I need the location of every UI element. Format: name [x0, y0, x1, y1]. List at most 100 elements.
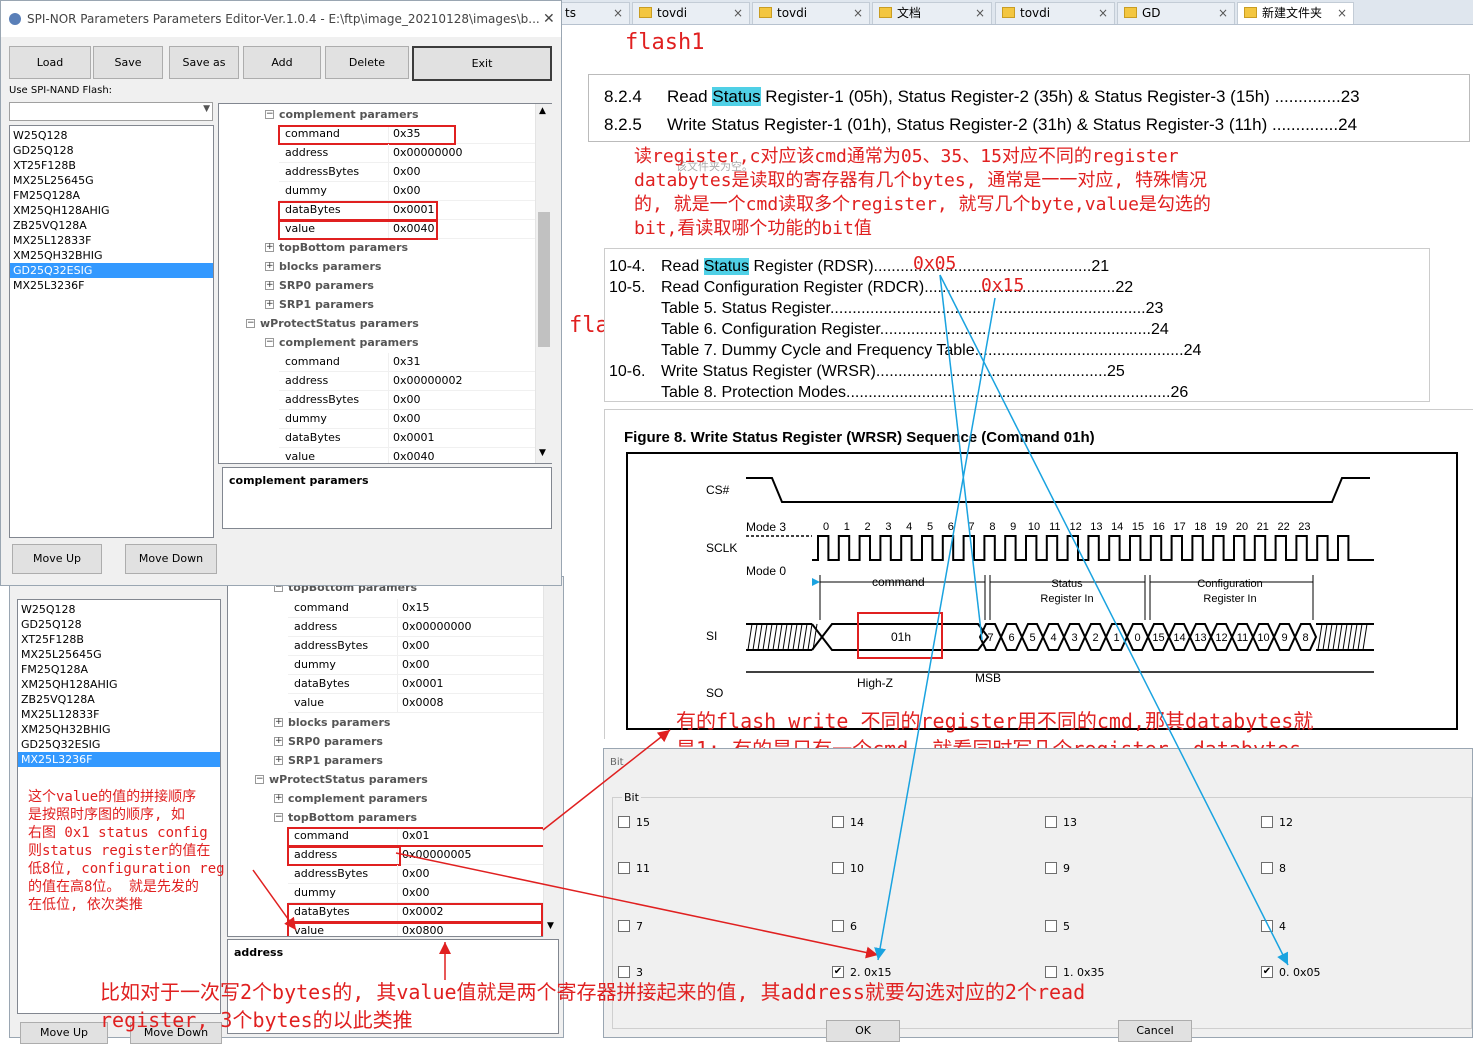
property-value[interactable]: 0x00: [398, 656, 548, 674]
bit-checkbox[interactable]: [618, 862, 630, 874]
property-value[interactable]: 0x0008: [398, 694, 548, 712]
expand-toggle-icon[interactable]: −: [274, 813, 283, 822]
bit-checkbox[interactable]: [832, 920, 844, 932]
property-row[interactable]: dummy 0x00: [288, 884, 544, 903]
tree-group-label[interactable]: blocks paramers: [288, 713, 390, 732]
expand-toggle-icon[interactable]: −: [265, 110, 274, 119]
list-item[interactable]: GD25Q32ESIG: [18, 737, 220, 752]
tree-group-label[interactable]: SRP1 paramers: [279, 295, 374, 314]
move-up-button-back[interactable]: Move Up: [20, 1022, 108, 1044]
property-row[interactable]: command 0x15: [288, 599, 544, 618]
chip-list[interactable]: W25Q128 GD25Q128 XT25F128B MX25L25645G FM25Q…: [9, 125, 214, 538]
property-row[interactable]: dummy 0x00: [288, 656, 544, 675]
bit-checkbox[interactable]: [618, 816, 630, 828]
list-item[interactable]: GD25Q128: [18, 617, 220, 632]
list-item[interactable]: XM25QH32BHIG: [10, 248, 213, 263]
property-row[interactable]: dataBytes 0x0001: [279, 429, 535, 448]
tree-group-label[interactable]: complement paramers: [279, 105, 419, 124]
property-value[interactable]: 0x31: [389, 353, 539, 371]
expand-toggle-icon[interactable]: +: [274, 794, 283, 803]
property-row[interactable]: address 0x00000000: [288, 618, 544, 637]
tree-group-label[interactable]: wProtectStatus paramers: [260, 314, 419, 333]
list-item[interactable]: XM25QH128AHIG: [18, 677, 220, 692]
expand-toggle-icon[interactable]: +: [265, 300, 274, 309]
tree-group-label[interactable]: SRP1 paramers: [288, 751, 383, 770]
bit-checkbox[interactable]: ✔: [1261, 966, 1273, 978]
move-down-button[interactable]: Move Down: [125, 544, 217, 574]
tree-group-label[interactable]: topBottom paramers: [288, 808, 417, 827]
property-row[interactable]: address 0x00000000: [279, 144, 535, 163]
list-item[interactable]: ZB25VQ128A: [18, 692, 220, 707]
property-row[interactable]: value 0x0008: [288, 694, 544, 713]
expand-toggle-icon[interactable]: −: [265, 338, 274, 347]
bit-checkbox[interactable]: [1045, 862, 1057, 874]
tree-group-label[interactable]: wProtectStatus paramers: [269, 770, 428, 789]
property-row[interactable]: dataBytes 0x0001: [288, 675, 544, 694]
list-item[interactable]: ZB25VQ128A: [10, 218, 213, 233]
close-icon[interactable]: ✕: [543, 1, 555, 37]
list-item[interactable]: MX25L12833F: [18, 707, 220, 722]
expand-toggle-icon[interactable]: +: [274, 756, 283, 765]
property-value[interactable]: 0x00000002: [389, 372, 539, 390]
bit-checkbox[interactable]: [1261, 816, 1273, 828]
expand-toggle-icon[interactable]: +: [265, 262, 274, 271]
expand-toggle-icon[interactable]: +: [265, 281, 274, 290]
list-item[interactable]: GD25Q128: [10, 143, 213, 158]
scroll-thumb[interactable]: [538, 212, 550, 347]
bit-checkbox[interactable]: [1045, 816, 1057, 828]
tree-group-label[interactable]: blocks paramers: [279, 257, 381, 276]
property-value[interactable]: 0x00: [389, 391, 539, 409]
list-item[interactable]: XM25QH32BHIG: [18, 722, 220, 737]
property-value[interactable]: 0x00: [389, 410, 539, 428]
bit-checkbox[interactable]: [1045, 920, 1057, 932]
property-row[interactable]: addressBytes 0x00: [288, 865, 544, 884]
tree-group-label[interactable]: SRP0 paramers: [288, 732, 383, 751]
list-item[interactable]: GD25Q32ESIG: [10, 263, 213, 278]
scroll-up-arrow-icon[interactable]: ▲: [539, 106, 546, 116]
list-item[interactable]: MX25L25645G: [18, 647, 220, 662]
list-item[interactable]: MX25L3236F: [10, 278, 213, 293]
property-value[interactable]: 0x0040: [389, 448, 539, 463]
property-row[interactable]: addressBytes 0x00: [288, 637, 544, 656]
property-value[interactable]: 0x00000000: [389, 144, 539, 162]
tree-group-label[interactable]: SRP0 paramers: [279, 276, 374, 295]
list-item[interactable]: W25Q128: [18, 602, 220, 617]
add-button[interactable]: Add: [243, 46, 321, 79]
list-item[interactable]: XT25F128B: [18, 632, 220, 647]
list-item[interactable]: XT25F128B: [10, 158, 213, 173]
property-row[interactable]: dummy 0x00: [279, 182, 535, 201]
param-tree[interactable]: − complement paramers command 0x35 address 0x…: [218, 103, 552, 464]
bit-checkbox[interactable]: [1261, 920, 1273, 932]
tree-group-label[interactable]: complement paramers: [279, 333, 419, 352]
property-row[interactable]: dummy 0x00: [279, 410, 535, 429]
property-value[interactable]: 0x00000000: [398, 618, 548, 636]
list-item[interactable]: FM25Q128A: [18, 662, 220, 677]
expand-toggle-icon[interactable]: −: [255, 775, 264, 784]
cancel-button[interactable]: Cancel: [1118, 1020, 1192, 1042]
tree-group-label[interactable]: topBottom paramers: [279, 238, 408, 257]
property-value[interactable]: 0x0001: [389, 429, 539, 447]
property-row[interactable]: command 0x31: [279, 353, 535, 372]
property-row[interactable]: address 0x00000002: [279, 372, 535, 391]
delete-button[interactable]: Delete: [325, 46, 409, 79]
ok-button[interactable]: OK: [826, 1020, 900, 1042]
list-item[interactable]: MX25L25645G: [10, 173, 213, 188]
property-value[interactable]: 0x00000005: [398, 846, 548, 864]
tree-group-label[interactable]: complement paramers: [288, 789, 428, 808]
expand-toggle-icon[interactable]: +: [265, 243, 274, 252]
property-value[interactable]: 0x0001: [398, 675, 548, 693]
bit-checkbox[interactable]: [832, 816, 844, 828]
nand-select[interactable]: ▼: [9, 102, 213, 121]
tree-scrollbar[interactable]: ▲ ▼: [535, 104, 552, 463]
property-row[interactable]: value 0x0040: [279, 448, 535, 463]
save-button[interactable]: Save: [93, 46, 163, 79]
scroll-down-arrow-icon[interactable]: ▼: [547, 921, 554, 931]
bit-checkbox[interactable]: [832, 862, 844, 874]
expand-toggle-icon[interactable]: +: [274, 737, 283, 746]
list-item[interactable]: MX25L3236F: [18, 752, 220, 767]
tree-back-scrollbar[interactable]: ▼: [543, 577, 560, 937]
property-value[interactable]: 0x00: [389, 163, 539, 181]
save-as-button[interactable]: Save as: [169, 46, 239, 79]
load-button[interactable]: Load: [9, 46, 91, 79]
property-row[interactable]: addressBytes 0x00: [279, 391, 535, 410]
